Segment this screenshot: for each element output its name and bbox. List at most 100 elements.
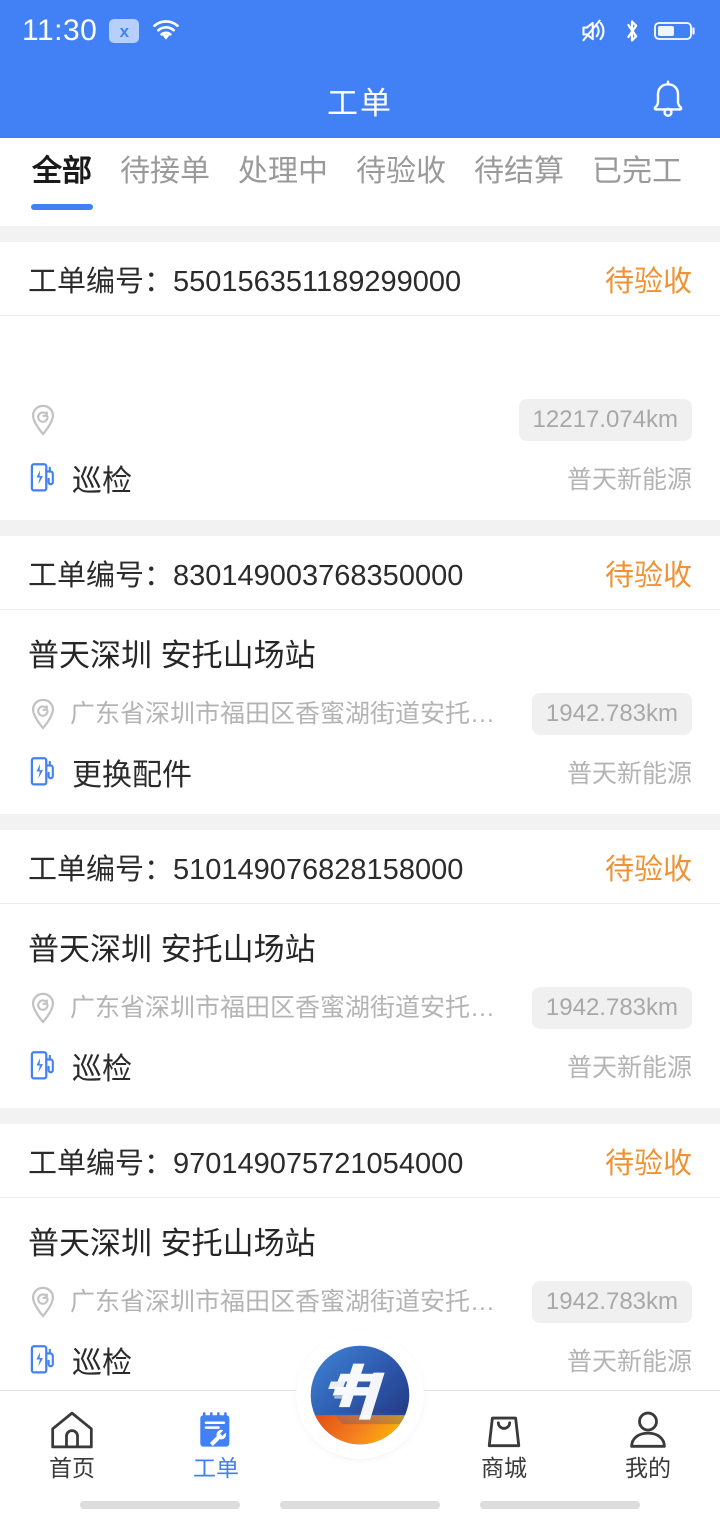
status-badge: 待验收 xyxy=(604,853,692,886)
status-filter-tabs[interactable]: 全部 待接单 处理中 待验收 待结算 已完工 xyxy=(0,138,720,226)
order-number-label: 工单编号： xyxy=(28,559,174,592)
order-number: 工单编号：970149075721054000 xyxy=(28,1140,463,1182)
tab-label: 待验收 xyxy=(356,155,446,188)
tab-label: 待结算 xyxy=(474,155,564,188)
wifi-icon xyxy=(151,19,181,43)
vendor-name: 普天新能源 xyxy=(566,466,692,494)
distance-badge: 1942.783km xyxy=(531,693,692,735)
nav-label: 工单 xyxy=(193,1454,239,1481)
nav-label: 商城 xyxy=(481,1454,527,1481)
tab-pending-settlement[interactable]: 待结算 xyxy=(460,138,578,226)
address-wrap xyxy=(28,403,503,437)
order-number-value: 970149075721054000 xyxy=(173,1147,464,1180)
status-badge: 待验收 xyxy=(604,265,692,298)
order-number: 工单编号：510149076828158000 xyxy=(28,846,463,888)
no-sim-icon: x xyxy=(109,19,140,43)
card-body: 普天深圳 安托山场站 广东省深圳市福田区香蜜湖街道安托山大… 1942.783k xyxy=(0,610,720,814)
worktype-wrap: 巡检 xyxy=(28,1044,551,1088)
tab-label: 已完工 xyxy=(592,155,682,188)
worktype-row: 巡检 普天新能源 xyxy=(28,1044,692,1088)
order-number-label: 工单编号： xyxy=(28,853,174,886)
charging-pile-icon xyxy=(28,1343,58,1377)
nav-item-workorder[interactable]: 工单 xyxy=(144,1391,288,1496)
card-header: 工单编号：510149076828158000 待验收 xyxy=(0,830,720,904)
address-wrap: 广东省深圳市福田区香蜜湖街道安托山大… xyxy=(28,697,516,731)
station-name xyxy=(28,338,692,386)
order-number-label: 工单编号： xyxy=(28,265,174,298)
status-bar-left: 11:30 x xyxy=(22,14,181,48)
status-bar: 11:30 x xyxy=(0,0,720,62)
work-order-card[interactable]: 工单编号：510149076828158000 待验收 普天深圳 安托山场站 广… xyxy=(0,830,720,1108)
address-wrap: 广东省深圳市福田区香蜜湖街道安托山大… xyxy=(28,1285,516,1319)
list-gap xyxy=(0,520,720,536)
brand-logo-button[interactable] xyxy=(301,1336,419,1454)
nav-item-profile[interactable]: 我的 xyxy=(576,1391,720,1496)
location-pin-icon xyxy=(28,697,58,731)
card-header: 工单编号：550156351189299000 待验收 xyxy=(0,242,720,316)
work-type: 更换配件 xyxy=(72,759,192,792)
address-text: 广东省深圳市福田区香蜜湖街道安托山大… xyxy=(70,994,516,1022)
clipboard-wrench-icon xyxy=(193,1408,239,1452)
tab-all[interactable]: 全部 xyxy=(18,138,106,226)
status-badge: 待验收 xyxy=(604,559,692,592)
location-pin-icon xyxy=(28,403,58,437)
tab-completed[interactable]: 已完工 xyxy=(578,138,696,226)
charging-pile-icon xyxy=(28,755,58,789)
address-text: 广东省深圳市福田区香蜜湖街道安托山大… xyxy=(70,1288,516,1316)
work-order-card[interactable]: 工单编号：830149003768350000 待验收 普天深圳 安托山场站 广… xyxy=(0,536,720,814)
person-icon xyxy=(625,1408,671,1452)
tab-in-progress[interactable]: 处理中 xyxy=(224,138,342,226)
page-title: 工单 xyxy=(327,85,393,121)
status-bar-clock: 11:30 xyxy=(22,14,98,47)
vendor-name: 普天新能源 xyxy=(566,1054,692,1082)
worktype-wrap: 巡检 xyxy=(28,456,551,500)
app-root: 11:30 x 工单 全部 待接单 处理中 待验收 待结算 已完工 工单编号：5… xyxy=(0,0,720,1520)
work-order-card[interactable]: 工单编号：550156351189299000 待验收 12217.074km … xyxy=(0,242,720,520)
list-gap xyxy=(0,814,720,830)
tab-label: 处理中 xyxy=(238,155,328,188)
volume-mute-icon xyxy=(580,18,610,44)
address-row: 12217.074km xyxy=(28,398,692,442)
nav-item-home[interactable]: 首页 xyxy=(0,1391,144,1496)
distance-badge: 1942.783km xyxy=(531,987,692,1029)
home-icon xyxy=(49,1408,95,1452)
distance-badge: 12217.074km xyxy=(518,399,692,441)
order-number: 工单编号：830149003768350000 xyxy=(28,552,463,594)
bottom-navigation[interactable]: 首页 工单 商城 我的 xyxy=(0,1336,720,1496)
distance-badge: 1942.783km xyxy=(531,1281,692,1323)
location-pin-icon xyxy=(28,991,58,1025)
address-wrap: 广东省深圳市福田区香蜜湖街道安托山大… xyxy=(28,991,516,1025)
worktype-wrap: 巡检 xyxy=(28,1338,551,1382)
tab-label: 全部 xyxy=(32,155,92,188)
tab-pending-acceptance[interactable]: 待验收 xyxy=(342,138,460,226)
notification-bell-button[interactable] xyxy=(642,74,694,126)
work-order-list[interactable]: 工单编号：550156351189299000 待验收 12217.074km … xyxy=(0,226,720,1390)
battery-icon xyxy=(654,19,698,43)
work-type: 巡检 xyxy=(72,1347,132,1380)
bell-icon xyxy=(648,78,688,122)
tab-pending-accept[interactable]: 待接单 xyxy=(106,138,224,226)
status-bar-right xyxy=(580,18,698,44)
address-row: 广东省深圳市福田区香蜜湖街道安托山大… 1942.783km xyxy=(28,986,692,1030)
worktype-row: 更换配件 普天新能源 xyxy=(28,750,692,794)
nav-hint-back[interactable] xyxy=(80,1501,240,1509)
nav-hint-home[interactable] xyxy=(280,1501,440,1509)
station-name: 普天深圳 安托山场站 xyxy=(28,638,316,673)
nav-item-mall[interactable]: 商城 xyxy=(432,1391,576,1496)
order-number: 工单编号：550156351189299000 xyxy=(28,258,461,300)
nav-hint-recents[interactable] xyxy=(480,1501,640,1509)
vendor-name: 普天新能源 xyxy=(566,760,692,788)
station-name: 普天深圳 安托山场站 xyxy=(28,932,316,967)
brand-logo-icon xyxy=(304,1339,416,1451)
station-name: 普天深圳 安托山场站 xyxy=(28,1226,316,1261)
status-badge: 待验收 xyxy=(604,1147,692,1180)
nav-label: 首页 xyxy=(49,1454,95,1481)
work-type: 巡检 xyxy=(72,1053,132,1086)
card-header: 工单编号：830149003768350000 待验收 xyxy=(0,536,720,610)
order-number-value: 550156351189299000 xyxy=(173,265,462,298)
location-pin-icon xyxy=(28,1285,58,1319)
charging-pile-icon xyxy=(28,1049,58,1083)
app-header: 工单 xyxy=(0,62,720,138)
address-row: 广东省深圳市福田区香蜜湖街道安托山大… 1942.783km xyxy=(28,1280,692,1324)
order-number-label: 工单编号： xyxy=(28,1147,174,1180)
